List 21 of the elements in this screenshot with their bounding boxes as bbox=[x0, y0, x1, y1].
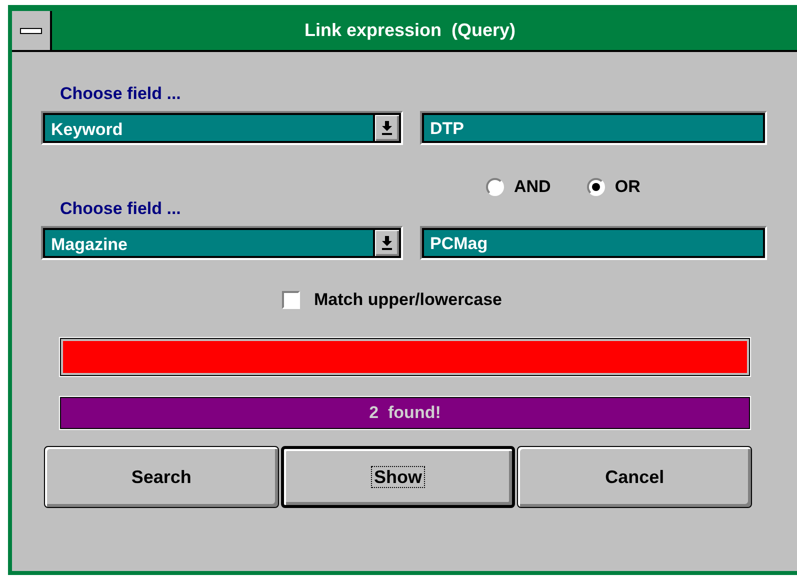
dialog-button[interactable]: Cancel bbox=[517, 446, 752, 508]
menu-bar-icon bbox=[20, 28, 42, 34]
dropdown-arrow-icon bbox=[382, 121, 392, 135]
radio-label[interactable]: AND bbox=[514, 177, 551, 197]
window-title: Link expression (Query) bbox=[303, 19, 517, 42]
dialog-button[interactable]: Search bbox=[44, 446, 279, 508]
radio-label[interactable]: OR bbox=[614, 177, 640, 197]
dialog-button[interactable]: Show bbox=[280, 446, 516, 508]
checkbox[interactable] bbox=[282, 291, 300, 309]
dropdown-arrow-icon bbox=[382, 236, 392, 250]
field-dropdown[interactable]: Keyword bbox=[41, 111, 403, 145]
radio-button[interactable] bbox=[486, 178, 504, 196]
input-field[interactable]: PCMag bbox=[420, 226, 767, 260]
checkbox-label[interactable]: Match upper/lowercase bbox=[314, 290, 502, 310]
system-menu-button[interactable] bbox=[12, 11, 52, 50]
input-field[interactable]: DTP bbox=[420, 111, 767, 145]
field-label: Choose field ... bbox=[60, 199, 182, 220]
field-label: Choose field ... bbox=[60, 84, 182, 105]
radio-button[interactable] bbox=[586, 178, 605, 196]
field-dropdown[interactable]: Magazine bbox=[41, 226, 403, 260]
status-message: 2 found! bbox=[60, 397, 750, 429]
